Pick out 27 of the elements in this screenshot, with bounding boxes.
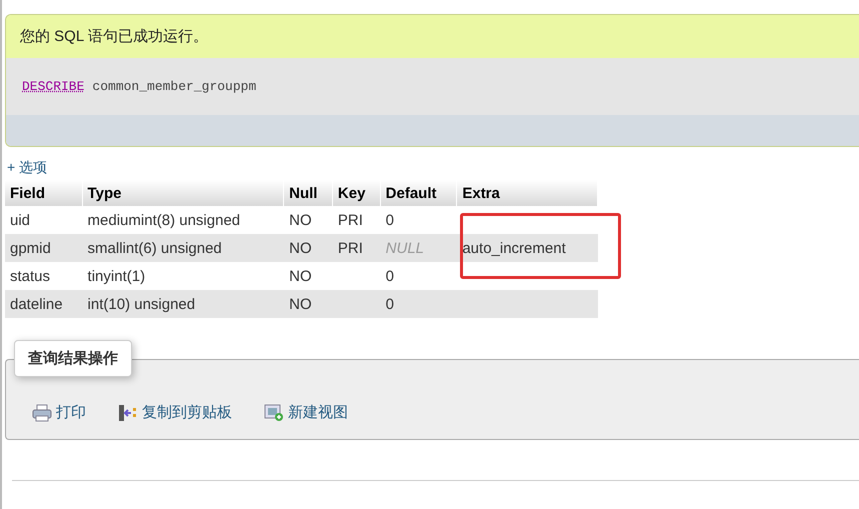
column-header[interactable]: Default: [380, 180, 458, 206]
table-cell: dateline: [5, 290, 83, 318]
table-cell: smallint(6) unsigned: [82, 234, 284, 262]
table-cell: int(10) unsigned: [82, 290, 284, 318]
sql-keyword-link[interactable]: DESCRIBE: [22, 79, 84, 94]
table-cell: NO: [284, 234, 333, 262]
new-view-icon: [264, 404, 284, 422]
copy-icon: [118, 404, 138, 422]
printer-icon: [32, 404, 52, 422]
column-header[interactable]: Key: [332, 180, 381, 206]
table-cell: 0: [380, 290, 458, 318]
sql-text: common_member_grouppm: [92, 79, 256, 94]
table-cell: PRI: [332, 234, 381, 262]
action-link[interactable]: 复制到剪贴板: [118, 403, 232, 422]
options-link[interactable]: + 选项: [7, 159, 48, 177]
column-header[interactable]: Null: [284, 180, 333, 206]
column-header[interactable]: Type: [82, 180, 284, 206]
table-cell: NULL: [380, 234, 458, 262]
success-message: 您的 SQL 语句已成功运行。: [6, 15, 859, 58]
table-cell: auto_increment: [457, 234, 598, 262]
action-link[interactable]: 打印: [32, 403, 86, 422]
column-header[interactable]: Extra: [457, 180, 598, 206]
action-link[interactable]: 新建视图: [264, 403, 348, 422]
column-header[interactable]: Field: [5, 180, 83, 206]
table-cell: NO: [284, 290, 333, 318]
table-cell: gpmid: [5, 234, 83, 262]
operations-legend: 查询结果操作: [14, 340, 132, 377]
